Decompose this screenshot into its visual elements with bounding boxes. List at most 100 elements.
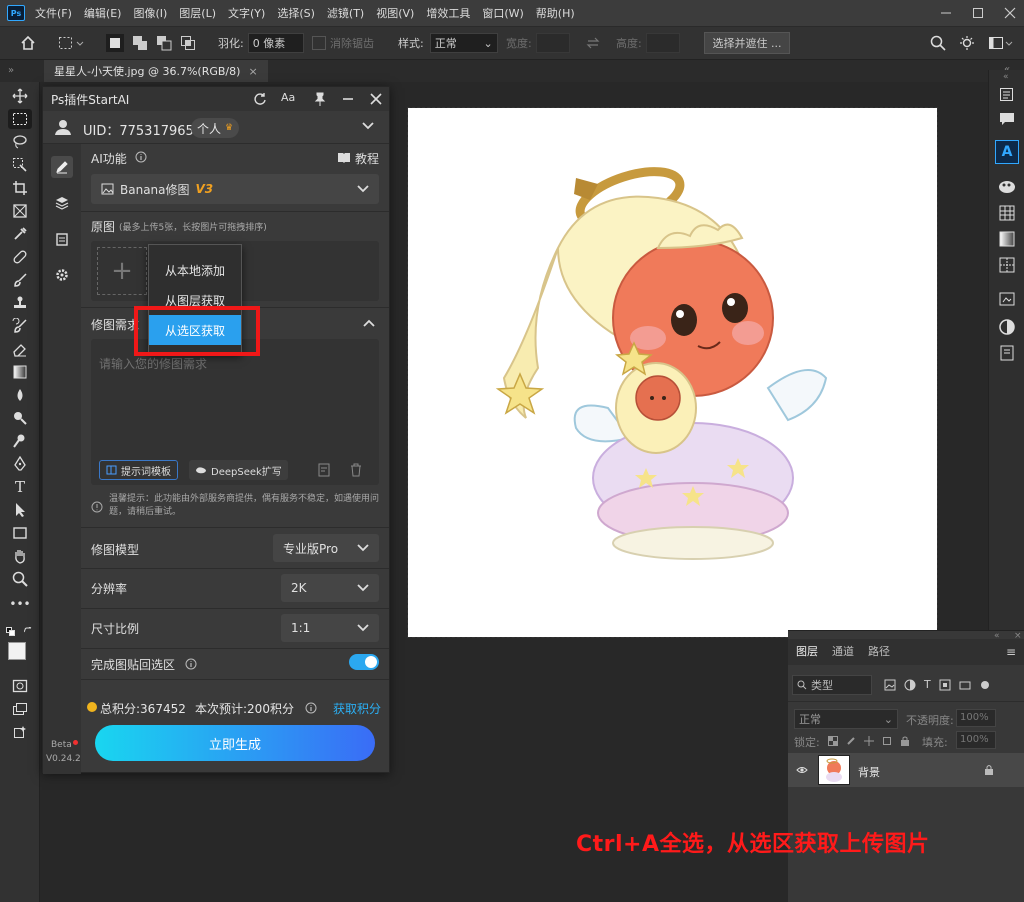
path-selection-tool-icon[interactable]: [8, 500, 32, 520]
antialias-checkbox[interactable]: [312, 36, 326, 50]
menu-view[interactable]: 视图(V): [376, 5, 414, 21]
type-tool-icon[interactable]: T: [8, 477, 32, 497]
close-tab-icon[interactable]: ×: [248, 65, 257, 78]
prompt-textarea[interactable]: 请输入您的修图需求 提示词模板 DeepSeek扩写: [91, 339, 379, 485]
lock-transparent-icon[interactable]: [828, 736, 838, 746]
panel-menu-icon[interactable]: ≡: [1006, 645, 1016, 659]
document-canvas[interactable]: [407, 107, 938, 638]
minimize-icon[interactable]: [940, 7, 952, 19]
burn-tool-icon[interactable]: [8, 431, 32, 451]
menu-plugins[interactable]: 增效工具: [426, 5, 470, 21]
edit-model-select[interactable]: 专业版Pro: [273, 534, 379, 562]
foreground-color-swatch[interactable]: [8, 642, 26, 660]
trash-icon[interactable]: [349, 463, 363, 477]
adjustment-filter-icon[interactable]: [904, 679, 916, 691]
intersect-selection-icon[interactable]: [180, 35, 196, 51]
gradients-icon[interactable]: [997, 230, 1017, 248]
tab-paths[interactable]: 路径: [868, 643, 890, 659]
menu-layer[interactable]: 图层(L): [179, 5, 216, 21]
discover-icon[interactable]: [958, 27, 976, 59]
width-input[interactable]: [535, 33, 570, 53]
gradient-tool-icon[interactable]: [8, 362, 32, 382]
blend-mode-select[interactable]: 正常 ⌄: [794, 709, 898, 729]
layer-filter-select[interactable]: 类型: [792, 675, 872, 695]
generate-button[interactable]: 立即生成: [95, 725, 375, 761]
swap-icon[interactable]: [586, 27, 600, 59]
object-selection-tool-icon[interactable]: [8, 155, 32, 175]
height-input[interactable]: [645, 33, 680, 53]
eraser-tool-icon[interactable]: [8, 339, 32, 359]
tab-layers[interactable]: 图层: [796, 643, 818, 659]
add-from-local-item[interactable]: 从本地添加: [149, 255, 241, 285]
menu-type[interactable]: 文字(Y): [228, 5, 265, 21]
lock-artboard-icon[interactable]: [882, 736, 892, 746]
quick-mask-icon[interactable]: [8, 676, 32, 696]
color-icon[interactable]: [997, 178, 1017, 196]
blur-tool-icon[interactable]: [8, 385, 32, 405]
chevron-down-icon[interactable]: [361, 120, 375, 132]
hand-tool-icon[interactable]: [8, 546, 32, 566]
patterns-icon[interactable]: [997, 256, 1017, 274]
pen-tool-icon[interactable]: [8, 454, 32, 474]
history-list-icon[interactable]: [317, 463, 331, 477]
lasso-tool-icon[interactable]: [8, 132, 32, 152]
collapse-dock-icon[interactable]: «: [1003, 72, 1009, 82]
marquee-preset-icon[interactable]: [58, 27, 84, 59]
add-selection-icon[interactable]: [132, 35, 148, 51]
edit-icon[interactable]: [51, 156, 73, 178]
style-select[interactable]: 正常 ⌄: [429, 33, 498, 53]
lock-pixels-icon[interactable]: [846, 736, 856, 746]
clone-stamp-tool-icon[interactable]: [8, 293, 32, 313]
menu-edit[interactable]: 编辑(E): [84, 5, 122, 21]
lock-position-icon[interactable]: [864, 736, 874, 746]
more-tools-icon[interactable]: •••: [8, 594, 32, 614]
info-icon[interactable]: [185, 658, 197, 670]
menu-filter[interactable]: 滤镜(T): [327, 5, 364, 21]
search-icon[interactable]: [930, 27, 946, 59]
tab-channels[interactable]: 通道: [832, 643, 854, 659]
crop-tool-icon[interactable]: [8, 178, 32, 198]
deepseek-expand-button[interactable]: DeepSeek扩写: [189, 460, 288, 480]
move-tool-icon[interactable]: [8, 86, 32, 106]
add-image-icon[interactable]: +: [97, 247, 147, 295]
zoom-tool-icon[interactable]: [8, 569, 32, 589]
new-selection-icon[interactable]: [106, 34, 124, 52]
rectangular-marquee-tool-icon[interactable]: [8, 109, 32, 129]
tutorial-link[interactable]: 教程: [355, 150, 379, 167]
menu-image[interactable]: 图像(I): [133, 5, 167, 21]
brush-tool-icon[interactable]: [8, 270, 32, 290]
pixel-filter-icon[interactable]: [884, 679, 896, 691]
feather-input[interactable]: 0 像素: [247, 33, 304, 53]
layers-stack-icon[interactable]: [51, 192, 73, 214]
close-window-icon[interactable]: [1004, 7, 1016, 19]
comments-icon[interactable]: [997, 110, 1017, 128]
pin-icon[interactable]: [313, 92, 327, 106]
document-tab[interactable]: 星星人-小天使.jpg @ 36.7%(RGB/8) ×: [44, 60, 268, 82]
menu-window[interactable]: 窗口(W): [482, 5, 523, 21]
filter-toggle-icon[interactable]: [979, 679, 991, 691]
default-colors-icon[interactable]: [6, 627, 16, 637]
subtract-selection-icon[interactable]: [156, 35, 172, 51]
lock-all-icon[interactable]: [900, 736, 910, 746]
ratio-select[interactable]: 1:1: [281, 614, 379, 642]
menu-select[interactable]: 选择(S): [277, 5, 315, 21]
ai-model-select[interactable]: Banana修图 V3: [91, 174, 379, 204]
resolution-select[interactable]: 2K: [281, 574, 379, 602]
smart-filter-icon[interactable]: [959, 679, 971, 691]
eye-icon[interactable]: [796, 765, 808, 775]
minimize-panel-icon[interactable]: [341, 92, 355, 106]
type-filter-icon[interactable]: T: [924, 679, 931, 691]
workspace-icon[interactable]: [988, 27, 1014, 59]
dodge-tool-icon[interactable]: [8, 408, 32, 428]
fill-input[interactable]: 100%: [956, 731, 996, 749]
adjustments-icon[interactable]: [997, 318, 1017, 336]
rectangle-tool-icon[interactable]: [8, 523, 32, 543]
generative-icon[interactable]: [8, 722, 32, 742]
layer-row[interactable]: 背景: [788, 753, 1024, 787]
menu-file[interactable]: 文件(F): [35, 5, 72, 21]
shape-filter-icon[interactable]: [939, 679, 951, 691]
close-panel-icon[interactable]: [369, 92, 383, 106]
book-icon[interactable]: [337, 151, 351, 163]
screen-mode-icon[interactable]: [8, 699, 32, 719]
libraries-icon[interactable]: [997, 290, 1017, 308]
